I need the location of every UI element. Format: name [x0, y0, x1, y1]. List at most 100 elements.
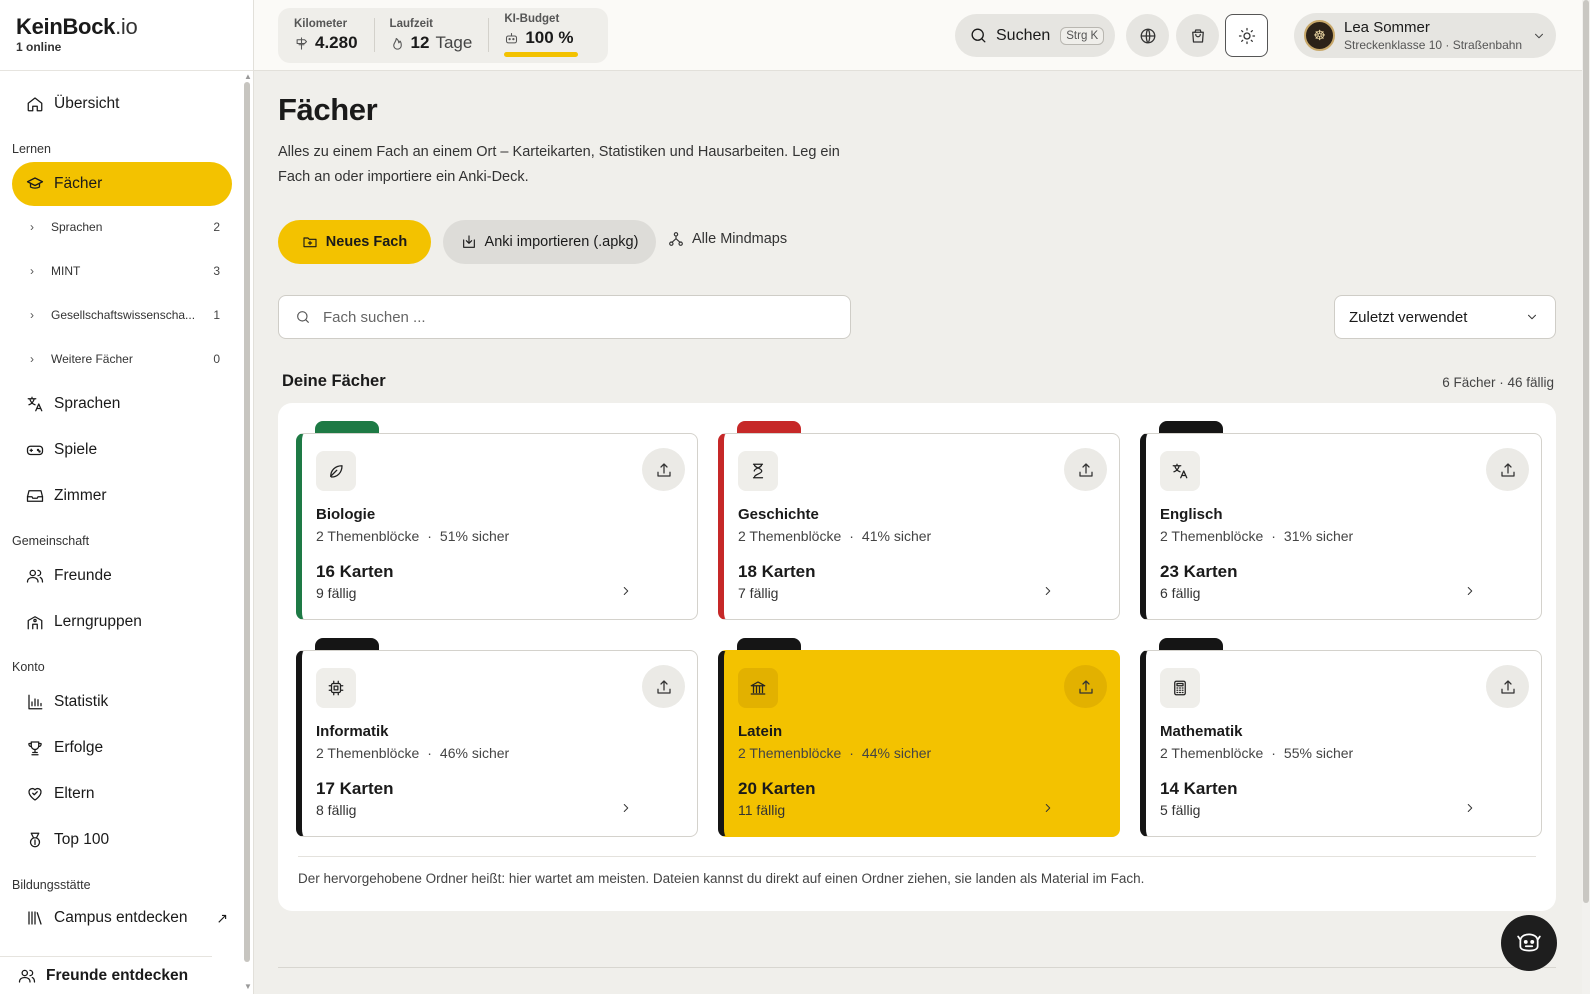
user-name: Lea Sommer [1344, 19, 1430, 36]
assistant-chat-button[interactable] [1501, 915, 1557, 971]
sidebar: KeinBock.io 1 online Übersicht Lernen Fä… [0, 0, 254, 994]
robot-icon [506, 32, 518, 43]
subject-name: Informatik [316, 723, 389, 740]
nav-languages[interactable]: Sprachen [12, 384, 232, 424]
export-button[interactable] [1064, 665, 1107, 708]
subject-name: Latein [738, 723, 783, 740]
subject-search-input[interactable] [323, 308, 803, 326]
nav-statistics[interactable]: Statistik [12, 682, 232, 722]
separator: · [427, 745, 432, 761]
all-mindmaps-link[interactable]: Alle Mindmaps [668, 231, 787, 247]
subject-icon-box [1160, 451, 1200, 491]
nav-parents[interactable]: Eltern [12, 774, 232, 814]
theme-toggle-button[interactable] [1225, 14, 1268, 57]
nav-statistics-label: Statistik [54, 693, 109, 710]
page-scrollbar-thumb[interactable] [1583, 0, 1589, 903]
nav-achievements[interactable]: Erfolge [12, 728, 232, 768]
brand-name: KeinBock.io [16, 14, 138, 40]
export-button[interactable] [642, 665, 685, 708]
chevron-right-icon: › [30, 308, 34, 322]
nav-campus-label: Campus entdecken [54, 909, 188, 926]
nav-campus[interactable]: Campus entdecken ↗ [12, 898, 232, 938]
chevron-right-icon [1463, 584, 1477, 598]
section-title: Deine Fächer [282, 372, 386, 390]
nav-discover-friends[interactable]: Freunde entdecken [4, 956, 224, 994]
nav-languages-label: Sprachen [54, 395, 121, 412]
bar-chart-icon [28, 694, 43, 710]
subject-name: Biologie [316, 506, 376, 523]
subject-meta: 2 Themenblöcke · 31% sicher [1160, 528, 1353, 544]
nav-study-groups[interactable]: Lerngruppen [12, 602, 232, 642]
mindmap-icon [669, 232, 683, 246]
sidebar-subgroup-other[interactable]: › Weitere Fächer 0 [30, 347, 220, 371]
subject-card[interactable]: Mathematik 2 Themenblöcke · 55% sicher 14 Ka… [1140, 650, 1542, 837]
cpu-icon [328, 680, 344, 696]
stat-ai-budget-label: KI-Budget [504, 13, 560, 25]
subject-search-field[interactable] [278, 295, 851, 339]
stat-streak: Laufzeit 12 Tage [373, 8, 489, 63]
shop-button[interactable] [1176, 14, 1219, 57]
export-button[interactable] [1486, 665, 1529, 708]
signpost-icon [296, 36, 308, 50]
upload-icon [656, 462, 671, 477]
chevron-right-icon [1463, 801, 1477, 815]
sidebar-subgroup-social-sciences[interactable]: › Gesellschaftswissenscha... 1 [30, 303, 220, 327]
avatar: ☸ [1304, 20, 1335, 51]
subject-meta: 2 Themenblöcke · 46% sicher [316, 745, 509, 761]
nav-friends[interactable]: Freunde [12, 556, 232, 596]
import-anki-button[interactable]: Anki importieren (.apkg) [443, 220, 656, 264]
stat-ai-budget-value-row: 100 % [504, 28, 574, 48]
upload-icon [656, 679, 671, 694]
subject-card[interactable]: Englisch 2 Themenblöcke · 31% sicher 23 Kart… [1140, 433, 1542, 620]
export-button[interactable] [1486, 448, 1529, 491]
nav-subjects[interactable]: Fächer [12, 162, 232, 206]
upload-icon [1500, 679, 1515, 694]
divider [0, 70, 253, 71]
upload-icon [1078, 462, 1093, 477]
export-button[interactable] [1064, 448, 1107, 491]
subject-card-count: 20 Karten [738, 779, 816, 798]
new-subject-button[interactable]: Neues Fach [278, 220, 431, 264]
page-scrollbar[interactable] [1582, 0, 1590, 994]
chevron-right-icon [619, 584, 633, 598]
users-icon [26, 569, 44, 583]
import-anki-label: Anki importieren (.apkg) [484, 234, 639, 250]
scroll-up-arrow[interactable]: ▲ [244, 72, 252, 81]
chevron-right-icon: › [30, 264, 34, 278]
nav-study-groups-label: Lerngruppen [54, 613, 142, 630]
nav-overview[interactable]: Übersicht [12, 84, 232, 124]
users-icon [18, 969, 36, 983]
nav-room[interactable]: Zimmer [12, 476, 232, 516]
subject-sure: 41% sicher [861, 528, 932, 544]
subject-card[interactable]: Biologie 2 Themenblöcke · 51% sicher 16 Kart… [296, 433, 698, 620]
sidebar-scrollbar[interactable] [244, 82, 250, 962]
logo[interactable]: KeinBock.io 1 online [16, 14, 138, 54]
scroll-down-arrow[interactable]: ▼ [244, 982, 252, 991]
global-search-button[interactable]: Suchen Strg K [955, 14, 1115, 57]
separator: · [1271, 528, 1276, 544]
subject-icon-box [1160, 668, 1200, 708]
nav-games[interactable]: Spiele [12, 430, 232, 470]
topbar: Kilometer 4.280 Laufzeit 12 Tage KI-Budg… [254, 0, 1590, 71]
user-menu[interactable]: ☸ Lea Sommer Streckenklasse 10 · Straßen… [1294, 13, 1556, 58]
language-button[interactable] [1126, 14, 1169, 57]
sort-select[interactable]: Zuletzt verwendet [1334, 295, 1556, 339]
sidebar-subgroup-mint[interactable]: › MINT 3 [30, 259, 220, 283]
brand-tld: .io [115, 14, 138, 39]
nav-top100[interactable]: Top 100 [12, 820, 232, 860]
subject-card[interactable]: Informatik 2 Themenblöcke · 46% sicher 17 Ka… [296, 650, 698, 837]
subject-due: 11 fällig [738, 802, 786, 818]
calculator-icon [1174, 680, 1186, 696]
subgroup-count: 1 [213, 308, 220, 322]
chevron-down-icon [1528, 314, 1536, 320]
shopping-bag-icon [1191, 28, 1204, 43]
subject-sure: 31% sicher [1283, 528, 1354, 544]
section-label-institution: Bildungsstätte [12, 878, 91, 892]
import-icon [462, 235, 475, 248]
subject-card[interactable]: Latein 2 Themenblöcke · 44% sicher 20 Karten… [718, 650, 1120, 837]
separator: · [1271, 745, 1276, 761]
subject-blocks: 2 Themenblöcke [1160, 528, 1264, 544]
sidebar-subgroup-languages[interactable]: › Sprachen 2 [30, 215, 220, 239]
subject-card[interactable]: Geschichte 2 Themenblöcke · 41% sicher 18 Ka… [718, 433, 1120, 620]
export-button[interactable] [642, 448, 685, 491]
